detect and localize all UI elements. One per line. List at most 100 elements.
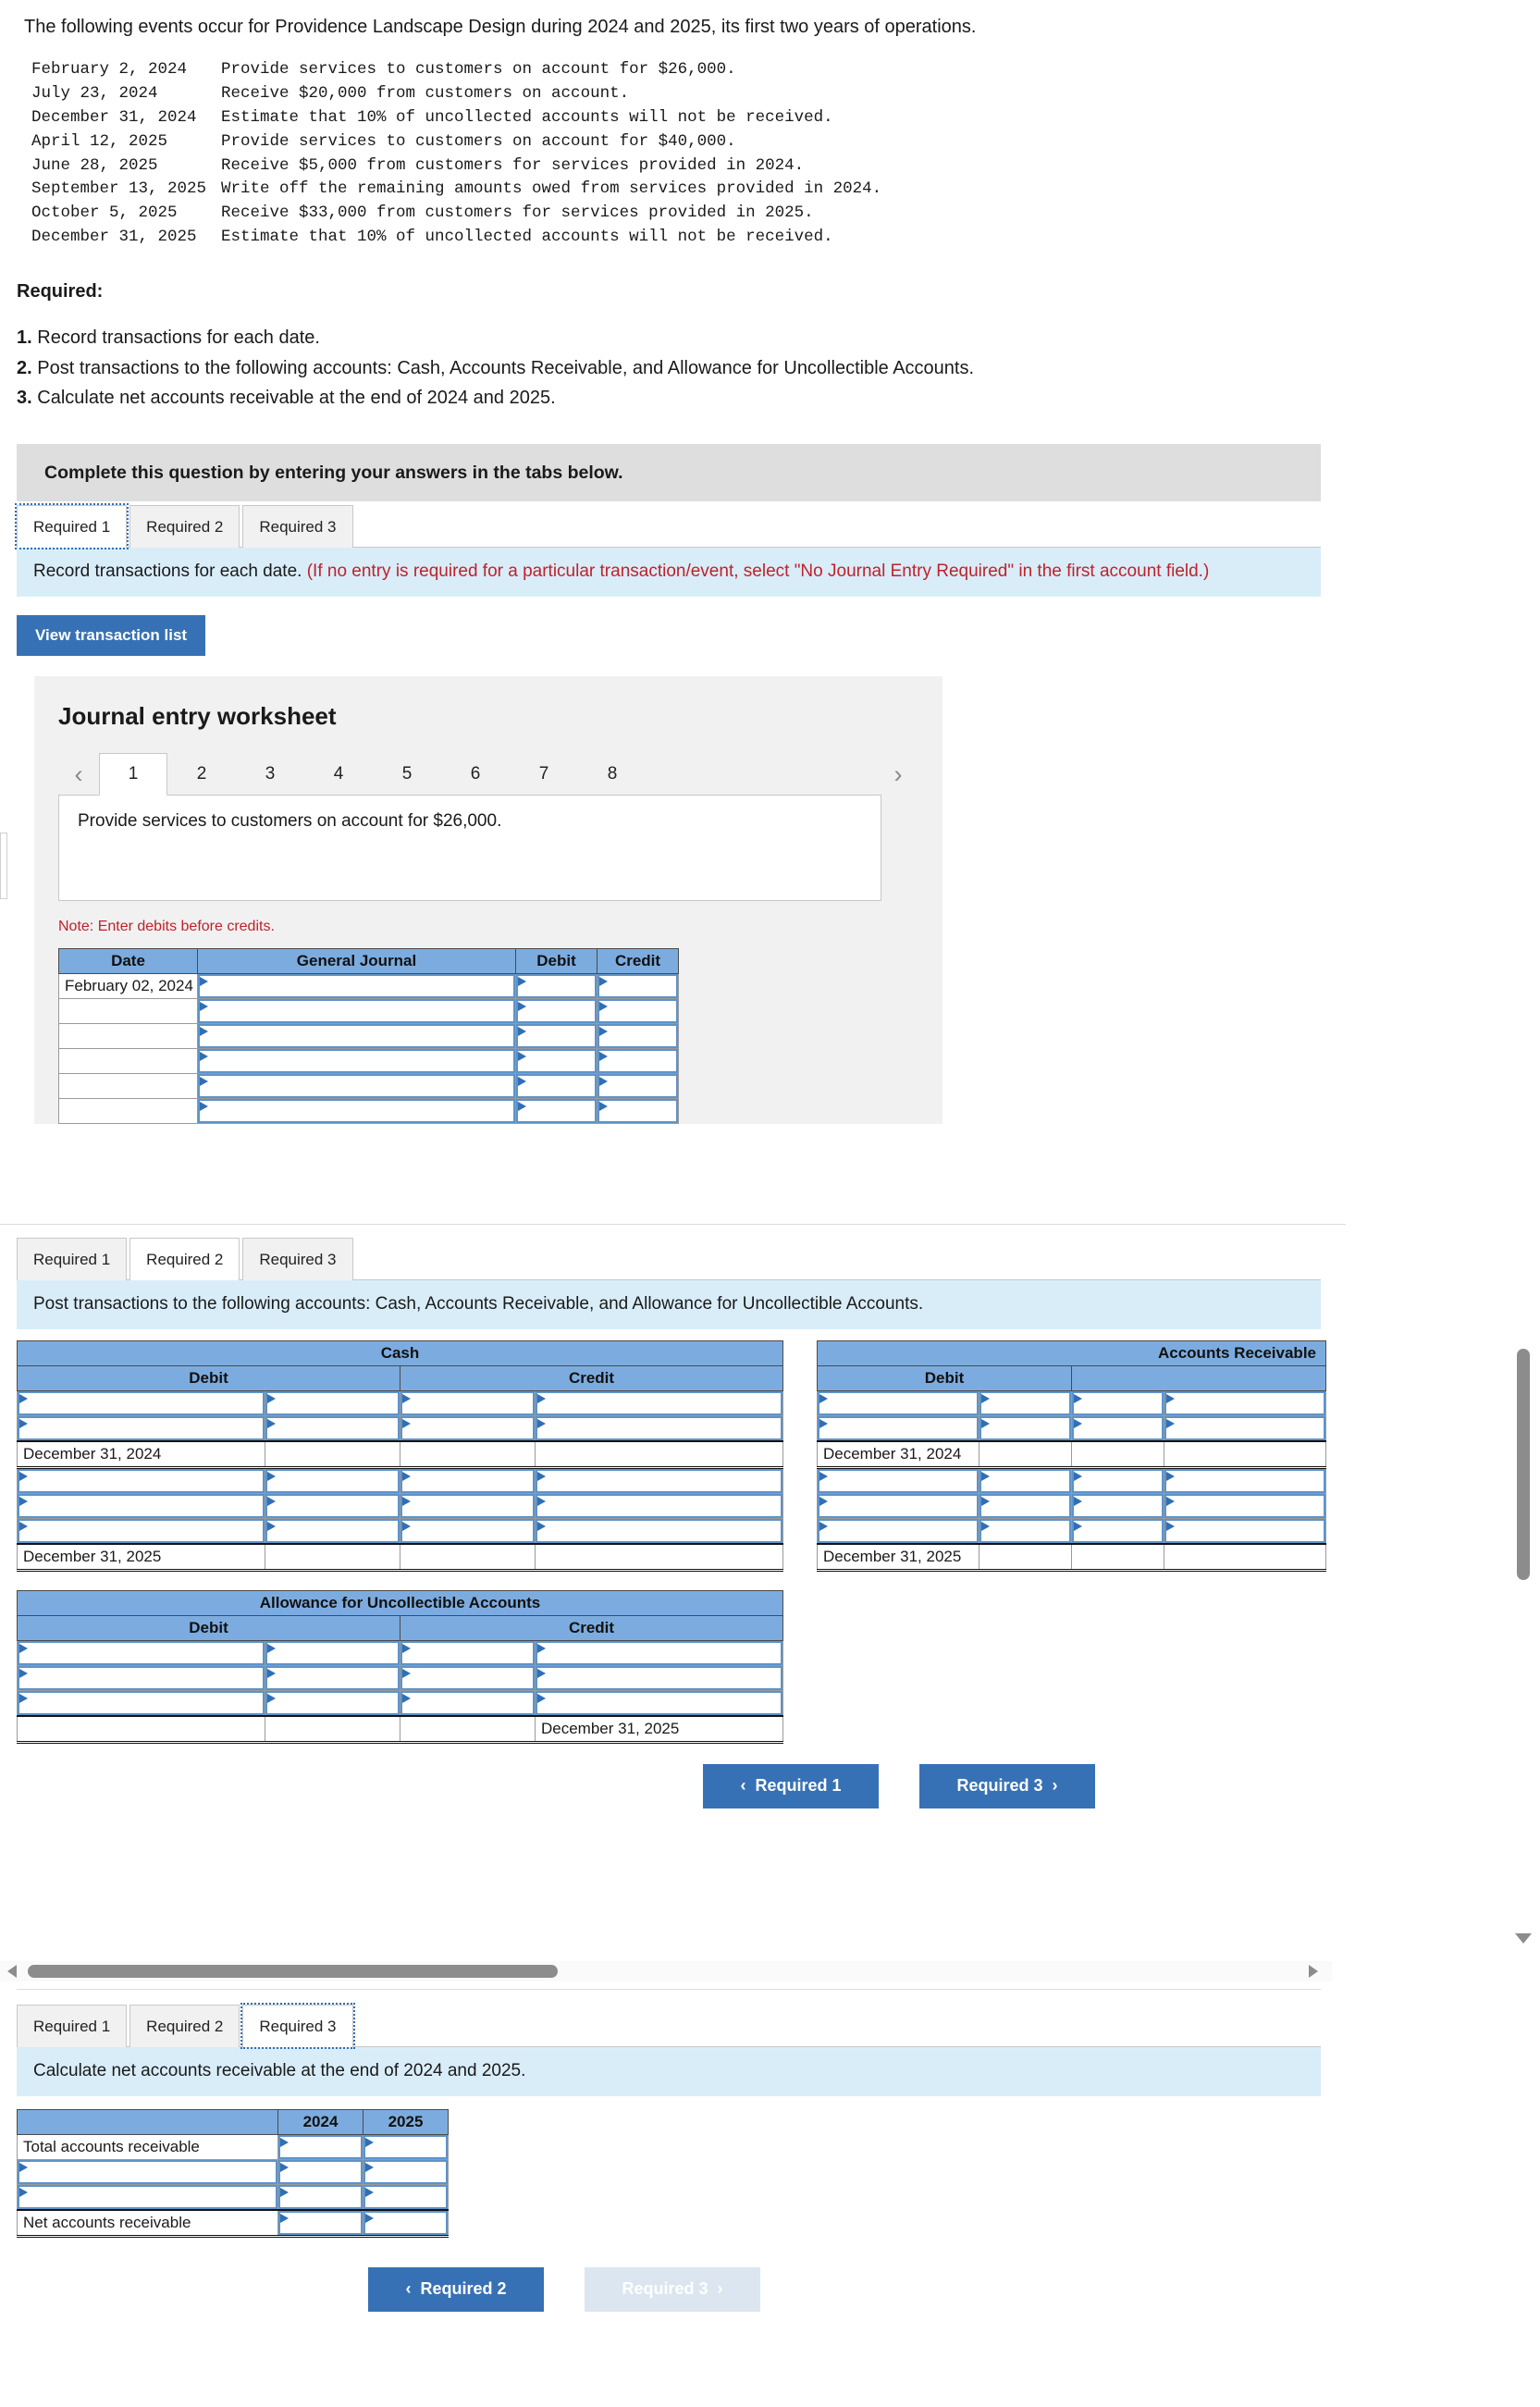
allowance-debit-value-cell[interactable]: [265, 1664, 400, 1691]
pager-page-6[interactable]: 6: [441, 753, 510, 796]
journal-debit-input[interactable]: [516, 999, 597, 1024]
journal-account-input[interactable]: [198, 1074, 515, 1099]
row-2025-cell[interactable]: [363, 2183, 449, 2211]
ar-credit-value-input[interactable]: [1164, 1493, 1325, 1518]
ar-debit-value-cell[interactable]: [979, 1492, 1072, 1519]
journal-credit-cell[interactable]: [597, 973, 679, 1000]
journal-debit-cell[interactable]: [515, 1048, 598, 1075]
cash-credit-label-cell[interactable]: [400, 1389, 536, 1416]
row-label-input[interactable]: [18, 2184, 277, 2209]
journal-credit-cell[interactable]: [597, 1023, 679, 1050]
journal-account-input[interactable]: [198, 1049, 515, 1074]
allowance-credit-label-input[interactable]: [400, 1690, 535, 1715]
row-2024-input[interactable]: [278, 2134, 363, 2159]
journal-debit-cell[interactable]: [515, 1073, 598, 1100]
cash-debit-value-input[interactable]: [265, 1518, 400, 1543]
journal-account-cell[interactable]: [197, 998, 516, 1025]
allowance-credit-value-input[interactable]: [536, 1640, 782, 1665]
cash-debit-value-cell[interactable]: [265, 1466, 400, 1494]
ar-credit-label-cell[interactable]: [1071, 1389, 1164, 1416]
allowance-credit-label-input[interactable]: [400, 1640, 535, 1665]
journal-account-cell[interactable]: [197, 1048, 516, 1075]
cash-debit-value-input[interactable]: [265, 1390, 400, 1415]
row-2024-cell[interactable]: [277, 2208, 363, 2238]
journal-account-input[interactable]: [198, 974, 515, 999]
cash-credit-value-input[interactable]: [536, 1518, 782, 1543]
ar-debit-label-cell[interactable]: [817, 1389, 979, 1416]
ar-credit-value-cell[interactable]: [1164, 1466, 1326, 1494]
row-2024-input[interactable]: [278, 2184, 363, 2209]
journal-debit-cell[interactable]: [515, 1098, 598, 1125]
row-label-cell[interactable]: [17, 2183, 278, 2211]
scrollbar-thumb[interactable]: [28, 1965, 558, 1978]
ar-debit-label-input[interactable]: [818, 1518, 979, 1543]
pager-page-3[interactable]: 3: [236, 753, 304, 796]
ar-credit-value-cell[interactable]: [1164, 1414, 1326, 1442]
view-transaction-list-button[interactable]: View transaction list: [17, 615, 206, 657]
journal-account-cell[interactable]: [197, 1073, 516, 1100]
pager-page-5[interactable]: 5: [373, 753, 441, 796]
journal-credit-input[interactable]: [598, 999, 678, 1024]
row-label-input[interactable]: [18, 2159, 277, 2184]
journal-credit-input[interactable]: [598, 1049, 678, 1074]
ar-debit-value-input[interactable]: [979, 1468, 1071, 1493]
ar-debit-label-cell[interactable]: [817, 1517, 979, 1545]
ar-debit-label-input[interactable]: [818, 1415, 979, 1440]
journal-credit-cell[interactable]: [597, 1048, 679, 1075]
ar-debit-label-cell[interactable]: [817, 1414, 979, 1442]
journal-debit-cell[interactable]: [515, 1023, 598, 1050]
tab-required-2[interactable]: Required 2: [129, 505, 240, 549]
ar-credit-label-cell[interactable]: [1071, 1466, 1164, 1494]
row-2025-cell[interactable]: [363, 2208, 449, 2238]
pager-page-1[interactable]: 1: [99, 753, 167, 796]
pager-prev-icon[interactable]: ‹: [58, 753, 99, 796]
cash-credit-value-cell[interactable]: [535, 1517, 783, 1545]
journal-account-cell[interactable]: [197, 1023, 516, 1050]
pager-page-4[interactable]: 4: [304, 753, 373, 796]
journal-account-cell[interactable]: [197, 973, 516, 1000]
journal-debit-input[interactable]: [516, 1049, 597, 1074]
row-2025-cell[interactable]: [363, 2133, 449, 2160]
tab-required-3[interactable]: Required 3: [242, 1238, 353, 1280]
cash-debit-label-cell[interactable]: [17, 1414, 265, 1442]
allowance-debit-value-input[interactable]: [265, 1665, 400, 1690]
ar-credit-label-input[interactable]: [1072, 1493, 1164, 1518]
ar-debit-value-cell[interactable]: [979, 1389, 1072, 1416]
journal-debit-input[interactable]: [516, 974, 597, 999]
allowance-credit-value-input[interactable]: [536, 1665, 782, 1690]
cash-credit-label-cell[interactable]: [400, 1492, 536, 1519]
nav-prev-required-2[interactable]: ‹ Required 2: [368, 2266, 544, 2312]
tab-required-2[interactable]: Required 2: [129, 1238, 240, 1280]
ar-debit-value-cell[interactable]: [979, 1466, 1072, 1494]
cash-credit-value-cell[interactable]: [535, 1414, 783, 1442]
cash-credit-value-input[interactable]: [536, 1415, 782, 1440]
journal-credit-cell[interactable]: [597, 998, 679, 1025]
ar-debit-label-input[interactable]: [818, 1493, 979, 1518]
row-2025-input[interactable]: [363, 2159, 448, 2184]
journal-credit-input[interactable]: [598, 1074, 678, 1099]
row-2025-input[interactable]: [363, 2134, 448, 2159]
tab-required-2[interactable]: Required 2: [129, 2005, 240, 2047]
ar-debit-label-input[interactable]: [818, 1468, 979, 1493]
allowance-debit-label-cell[interactable]: [17, 1664, 265, 1691]
ar-credit-value-input[interactable]: [1164, 1518, 1325, 1543]
allowance-debit-label-input[interactable]: [18, 1690, 265, 1715]
row-2024-input[interactable]: [278, 2159, 363, 2184]
cash-debit-label-cell[interactable]: [17, 1466, 265, 1494]
cash-credit-value-input[interactable]: [536, 1468, 782, 1493]
cash-debit-label-cell[interactable]: [17, 1389, 265, 1416]
journal-credit-input[interactable]: [598, 1099, 678, 1124]
ar-credit-value-input[interactable]: [1164, 1415, 1325, 1440]
cash-debit-value-cell[interactable]: [265, 1389, 400, 1416]
scroll-left-icon[interactable]: [7, 1965, 17, 1978]
cash-debit-label-cell[interactable]: [17, 1517, 265, 1545]
journal-debit-input[interactable]: [516, 1074, 597, 1099]
scroll-right-icon[interactable]: [1309, 1965, 1318, 1978]
cash-credit-value-cell[interactable]: [535, 1389, 783, 1416]
allowance-debit-label-input[interactable]: [18, 1640, 265, 1665]
ar-debit-value-cell[interactable]: [979, 1414, 1072, 1442]
required-2-vertical-scrollbar[interactable]: [1512, 1290, 1534, 1949]
cash-credit-label-input[interactable]: [400, 1493, 535, 1518]
row-2025-input[interactable]: [363, 2184, 448, 2209]
pager-next-icon[interactable]: ›: [878, 753, 918, 796]
